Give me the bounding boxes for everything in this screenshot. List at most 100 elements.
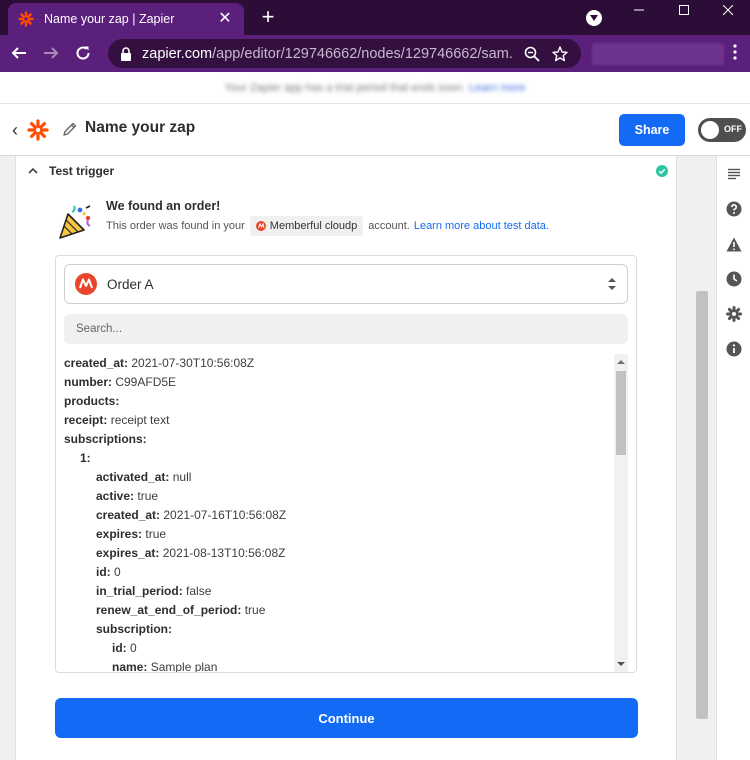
editor-header: ‹ Name your zap Share OFF bbox=[0, 104, 750, 156]
record-field-key: products: bbox=[64, 394, 120, 408]
test-trigger-header[interactable]: Test trigger bbox=[16, 156, 676, 186]
step-panel: Test trigger We found an order! This ord… bbox=[15, 156, 677, 760]
chevron-up-icon[interactable] bbox=[26, 164, 40, 178]
new-tab-button[interactable]: + bbox=[256, 5, 280, 29]
browser-tab-strip: Name your zap | Zapier ✕ + bbox=[0, 0, 750, 35]
records-scrollbar-thumb[interactable] bbox=[616, 371, 626, 455]
record-field-row: number: C99AFD5E bbox=[64, 373, 612, 392]
notes-icon[interactable] bbox=[725, 165, 743, 183]
record-field-value: 2021-07-30T10:56:08Z bbox=[131, 356, 255, 370]
record-field-key: receipt: bbox=[64, 413, 108, 427]
help-icon[interactable] bbox=[725, 200, 743, 218]
share-button[interactable]: Share bbox=[619, 114, 685, 146]
bookmark-star-icon[interactable] bbox=[551, 45, 569, 63]
panel-scrollbar[interactable] bbox=[679, 156, 711, 760]
record-field-row: products: bbox=[64, 392, 612, 411]
zoom-icon[interactable] bbox=[523, 45, 541, 63]
record-field-value: 0 bbox=[114, 565, 121, 579]
record-field-row: subscription: bbox=[64, 620, 612, 639]
record-field-key: 1: bbox=[80, 451, 91, 465]
found-description: This order was found in your Memberful c… bbox=[106, 216, 549, 236]
record-field-row: created_at: 2021-07-30T10:56:08Z bbox=[64, 354, 612, 373]
record-field-key: subscriptions: bbox=[64, 432, 147, 446]
toggle-label: OFF bbox=[724, 124, 742, 134]
record-field-key: active: bbox=[96, 489, 135, 503]
right-sidebar bbox=[716, 156, 750, 760]
record-field-key: expires: bbox=[96, 527, 143, 541]
minimize-icon[interactable] bbox=[617, 0, 661, 20]
warning-icon[interactable] bbox=[725, 235, 743, 253]
record-field-value: true bbox=[145, 527, 167, 541]
party-popper-icon bbox=[59, 205, 91, 239]
back-chevron-icon[interactable]: ‹ bbox=[12, 120, 26, 140]
record-field-value: C99AFD5E bbox=[115, 375, 177, 389]
record-field-value: receipt text bbox=[110, 413, 170, 427]
record-field-key: renew_at_end_of_period: bbox=[96, 603, 242, 617]
profile-area[interactable] bbox=[592, 43, 724, 65]
test-data-box: Order A created_at: 2021-07-30T10:56:08Z… bbox=[55, 255, 637, 673]
record-select-value: Order A bbox=[107, 276, 154, 292]
record-field-row: activated_at: null bbox=[64, 468, 612, 487]
reload-icon[interactable] bbox=[72, 42, 94, 64]
sort-caret-icon bbox=[608, 278, 616, 290]
browser-tab-active[interactable]: Name your zap | Zapier ✕ bbox=[8, 3, 244, 35]
address-bar[interactable]: zapier.com/app/editor/129746662/nodes/12… bbox=[108, 39, 581, 68]
record-field-key: in_trial_period: bbox=[96, 584, 183, 598]
panel-scrollbar-thumb[interactable] bbox=[696, 291, 708, 719]
close-window-icon[interactable] bbox=[706, 0, 750, 20]
memberful-logo-icon bbox=[75, 273, 97, 295]
search-input[interactable] bbox=[64, 314, 628, 344]
record-field-key: activated_at: bbox=[96, 470, 170, 484]
success-check-icon bbox=[656, 165, 668, 177]
info-banner-text: Your Zapier app has a trial period that … bbox=[224, 81, 466, 94]
record-field-row: id: 0 bbox=[64, 639, 612, 658]
record-field-value: 2021-08-13T10:56:08Z bbox=[162, 546, 286, 560]
learn-more-link[interactable]: Learn more about test data. bbox=[414, 220, 549, 232]
zap-name-title[interactable]: Name your zap bbox=[85, 119, 195, 137]
tab-search-icon[interactable] bbox=[586, 10, 602, 26]
zap-on-off-toggle[interactable]: OFF bbox=[698, 118, 746, 142]
forward-arrow-icon[interactable] bbox=[40, 42, 62, 64]
record-field-row: created_at: 2021-07-16T10:56:08Z bbox=[64, 506, 612, 525]
scroll-up-arrow-icon[interactable] bbox=[617, 358, 625, 366]
record-field-row: receipt: receipt text bbox=[64, 411, 612, 430]
pencil-icon[interactable] bbox=[62, 121, 78, 137]
close-tab-icon[interactable]: ✕ bbox=[216, 10, 234, 28]
continue-button[interactable]: Continue bbox=[55, 698, 638, 738]
section-title: Test trigger bbox=[49, 164, 115, 178]
record-field-key: id: bbox=[112, 641, 127, 655]
history-icon[interactable] bbox=[725, 270, 743, 288]
app-chip-label: Memberful cloudp bbox=[269, 220, 358, 232]
browser-toolbar: zapier.com/app/editor/129746662/nodes/12… bbox=[0, 35, 750, 72]
scroll-down-arrow-icon[interactable] bbox=[617, 660, 625, 668]
record-select[interactable]: Order A bbox=[64, 264, 628, 304]
zapier-logo-icon[interactable] bbox=[27, 119, 49, 141]
record-field-value: 0 bbox=[130, 641, 137, 655]
info-icon[interactable] bbox=[725, 340, 743, 358]
memberful-icon bbox=[255, 221, 266, 231]
record-field-row: in_trial_period: false bbox=[64, 582, 612, 601]
record-field-key: id: bbox=[96, 565, 111, 579]
records-scrollbar[interactable] bbox=[614, 354, 628, 672]
record-field-key: expires_at: bbox=[96, 546, 160, 560]
record-field-key: name: bbox=[112, 660, 148, 672]
toggle-knob bbox=[701, 121, 719, 139]
browser-menu-icon[interactable] bbox=[730, 44, 740, 64]
record-field-value: true bbox=[137, 489, 159, 503]
editor-workspace: Test trigger We found an order! This ord… bbox=[0, 156, 750, 760]
app-chip: Memberful cloudp bbox=[249, 216, 364, 236]
record-field-value: Sample plan bbox=[150, 660, 218, 672]
record-field-row: name: Sample plan bbox=[64, 658, 612, 672]
record-field-value: 2021-07-16T10:56:08Z bbox=[163, 508, 287, 522]
settings-icon[interactable] bbox=[725, 305, 743, 323]
record-field-value: true bbox=[244, 603, 266, 617]
maximize-icon[interactable] bbox=[662, 0, 706, 20]
record-field-key: number: bbox=[64, 375, 112, 389]
url-text[interactable]: zapier.com/app/editor/129746662/nodes/12… bbox=[142, 46, 513, 62]
back-arrow-icon[interactable] bbox=[8, 42, 30, 64]
zapier-favicon-icon bbox=[18, 11, 34, 27]
record-field-row: id: 0 bbox=[64, 563, 612, 582]
info-banner-link[interactable]: Learn more bbox=[469, 82, 525, 94]
record-field-row: renew_at_end_of_period: true bbox=[64, 601, 612, 620]
found-suffix: account. bbox=[368, 220, 410, 232]
